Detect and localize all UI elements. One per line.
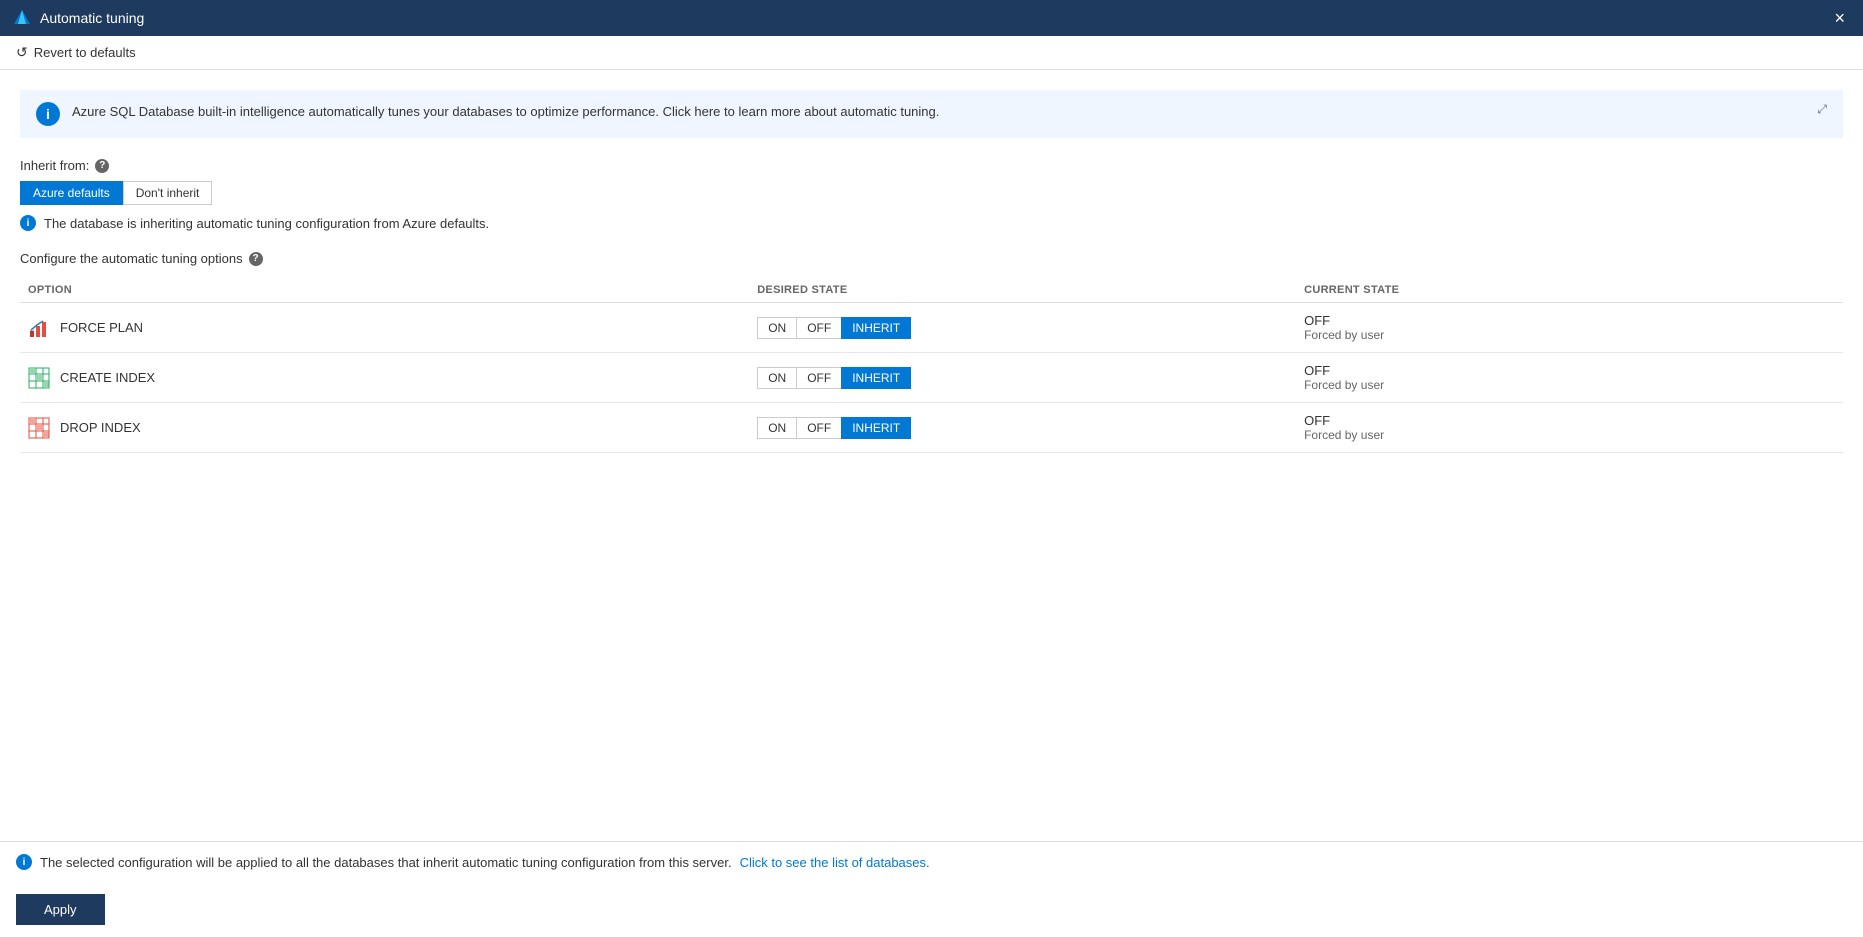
table-row: CREATE INDEX ON OFF INHERIT OFF [20, 353, 1843, 403]
force-plan-name: FORCE PLAN [60, 320, 143, 335]
main-content: i Azure SQL Database built-in intelligen… [0, 70, 1863, 841]
create-index-current-value: OFF [1304, 363, 1835, 378]
drop-index-icon [28, 417, 50, 439]
drop-index-name: DROP INDEX [60, 420, 141, 435]
toolbar: ↺ Revert to defaults [0, 36, 1863, 70]
force-plan-current-sub: Forced by user [1304, 328, 1835, 342]
inherit-info-text: The database is inheriting automatic tun… [44, 216, 489, 231]
drop-index-on-button[interactable]: ON [757, 417, 796, 439]
col-option: OPTION [20, 278, 749, 303]
create-index-current-sub: Forced by user [1304, 378, 1835, 392]
col-current: CURRENT STATE [1296, 278, 1843, 303]
azure-icon [12, 8, 32, 28]
option-cell-create-index: CREATE INDEX [20, 353, 749, 403]
state-buttons-force-plan: ON OFF INHERIT [757, 317, 1288, 339]
option-cell-force-plan: FORCE PLAN [20, 303, 749, 353]
force-plan-current-value: OFF [1304, 313, 1835, 328]
revert-icon: ↺ [16, 44, 28, 61]
configure-header: Configure the automatic tuning options ? [20, 251, 1843, 266]
footer-text: The selected configuration will be appli… [40, 855, 732, 870]
create-index-inherit-button[interactable]: INHERIT [841, 367, 911, 389]
state-buttons-drop-index: ON OFF INHERIT [757, 417, 1288, 439]
inherit-section: Inherit from: ? Azure defaults Don't inh… [20, 158, 1843, 231]
configure-title: Configure the automatic tuning options [20, 251, 243, 266]
info-banner-text: Azure SQL Database built-in intelligence… [72, 102, 1827, 122]
force-plan-off-button[interactable]: OFF [796, 317, 841, 339]
force-plan-icon [28, 317, 50, 339]
dont-inherit-button[interactable]: Don't inherit [123, 181, 213, 205]
drop-index-off-button[interactable]: OFF [796, 417, 841, 439]
table-row: DROP INDEX ON OFF INHERIT OFF [20, 403, 1843, 453]
option-cell-drop-index: DROP INDEX [20, 403, 749, 453]
info-banner-icon: i [36, 102, 60, 126]
external-link-icon[interactable]: ⤢ [1817, 102, 1827, 117]
create-index-on-button[interactable]: ON [757, 367, 796, 389]
desired-state-drop-index: ON OFF INHERIT [749, 403, 1296, 453]
inherit-buttons: Azure defaults Don't inherit [20, 181, 1843, 205]
options-table: OPTION DESIRED STATE CURRENT STATE [20, 278, 1843, 453]
inherit-label: Inherit from: ? [20, 158, 1843, 173]
footer-info-icon: i [16, 854, 32, 870]
create-index-icon [28, 367, 50, 389]
drop-index-inherit-button[interactable]: INHERIT [841, 417, 911, 439]
apply-button[interactable]: Apply [16, 894, 105, 925]
footer-info: i The selected configuration will be app… [0, 841, 1863, 882]
state-buttons-create-index: ON OFF INHERIT [757, 367, 1288, 389]
desired-state-force-plan: ON OFF INHERIT [749, 303, 1296, 353]
footer-actions: Apply [0, 882, 1863, 937]
configure-help-icon[interactable]: ? [249, 252, 263, 266]
create-index-name: CREATE INDEX [60, 370, 155, 385]
table-header-row: OPTION DESIRED STATE CURRENT STATE [20, 278, 1843, 303]
titlebar: Automatic tuning × [0, 0, 1863, 36]
current-state-drop-index: OFF Forced by user [1296, 403, 1843, 453]
inherit-info: i The database is inheriting automatic t… [20, 215, 1843, 231]
titlebar-title: Automatic tuning [40, 10, 144, 26]
azure-defaults-button[interactable]: Azure defaults [20, 181, 123, 205]
create-index-off-button[interactable]: OFF [796, 367, 841, 389]
force-plan-on-button[interactable]: ON [757, 317, 796, 339]
current-state-create-index: OFF Forced by user [1296, 353, 1843, 403]
footer-link[interactable]: Click to see the list of databases. [740, 855, 930, 870]
table-row: FORCE PLAN ON OFF INHERIT OFF [20, 303, 1843, 353]
force-plan-inherit-button[interactable]: INHERIT [841, 317, 911, 339]
configure-section: Configure the automatic tuning options ?… [20, 251, 1843, 453]
close-button[interactable]: × [1828, 5, 1851, 31]
drop-index-current-value: OFF [1304, 413, 1835, 428]
desired-state-create-index: ON OFF INHERIT [749, 353, 1296, 403]
drop-index-current-sub: Forced by user [1304, 428, 1835, 442]
current-state-force-plan: OFF Forced by user [1296, 303, 1843, 353]
titlebar-left: Automatic tuning [12, 8, 144, 28]
col-desired: DESIRED STATE [749, 278, 1296, 303]
revert-button[interactable]: Revert to defaults [34, 45, 136, 60]
inherit-info-icon: i [20, 215, 36, 231]
info-banner: i Azure SQL Database built-in intelligen… [20, 90, 1843, 138]
inherit-help-icon[interactable]: ? [95, 159, 109, 173]
